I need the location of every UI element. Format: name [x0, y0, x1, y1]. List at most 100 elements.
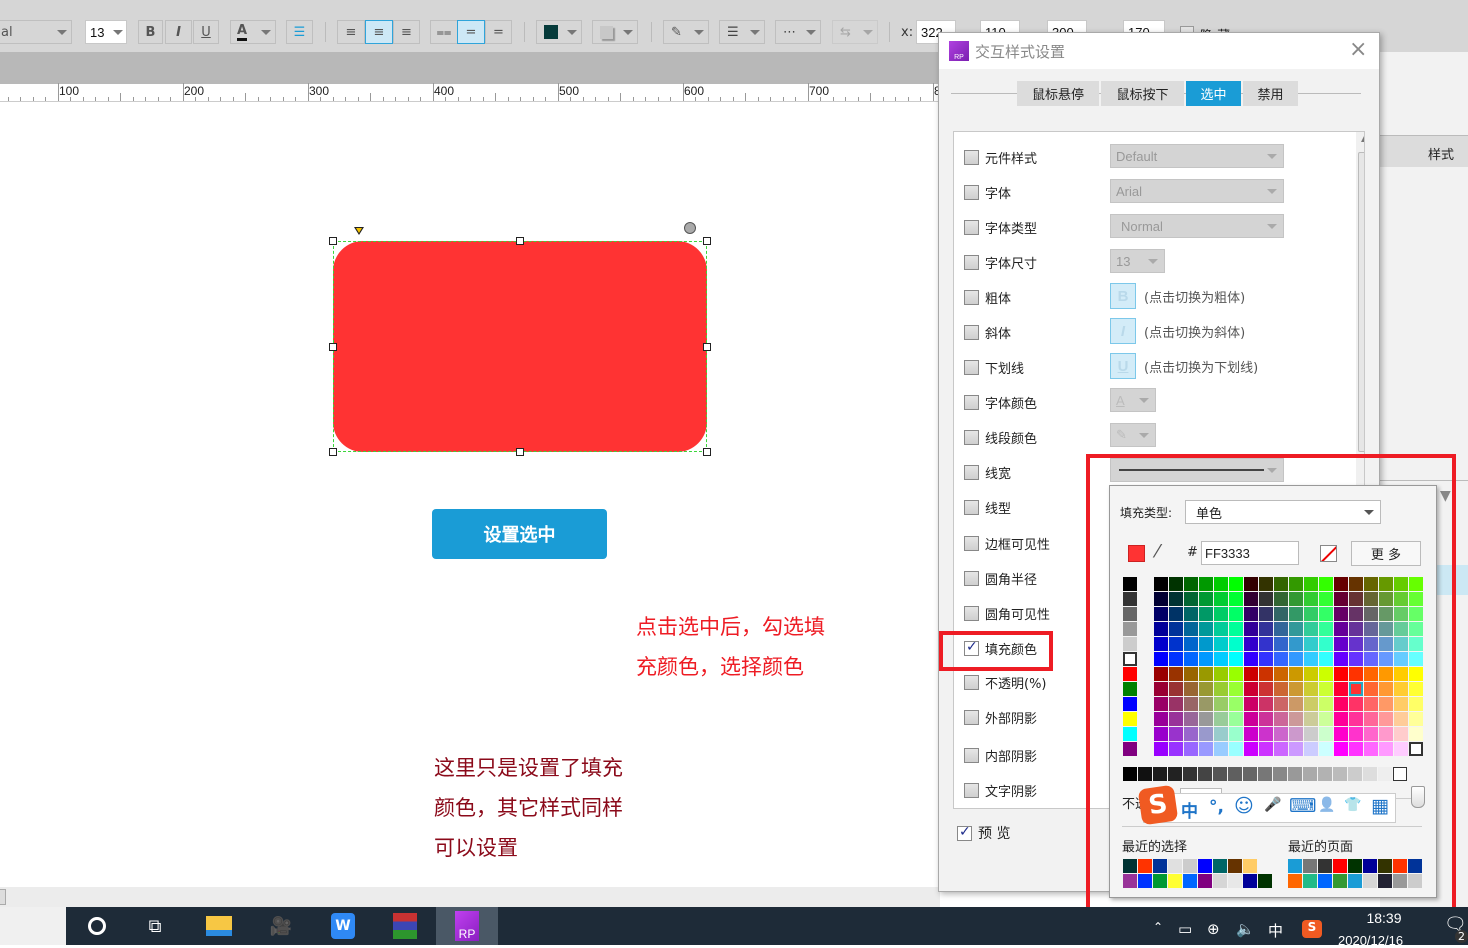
palette-swatch[interactable] [1334, 652, 1348, 666]
palette-swatch[interactable] [1259, 622, 1273, 636]
palette-swatch[interactable] [1364, 697, 1378, 711]
palette-swatch[interactable] [1184, 637, 1198, 651]
property-row[interactable]: 字体类型 [964, 217, 1037, 237]
align-right-button[interactable]: ≡ [393, 20, 420, 44]
palette-swatch[interactable] [1289, 697, 1303, 711]
palette-swatch[interactable] [1214, 742, 1228, 756]
recent-color-swatch[interactable] [1183, 874, 1197, 888]
palette-swatch[interactable] [1364, 607, 1378, 621]
palette-swatch[interactable] [1244, 667, 1258, 681]
palette-swatch[interactable] [1334, 667, 1348, 681]
palette-swatch[interactable] [1394, 637, 1408, 651]
property-checkbox[interactable] [964, 709, 979, 725]
palette-swatch[interactable] [1304, 607, 1318, 621]
recent-color-swatch[interactable] [1213, 874, 1227, 888]
gray-swatch[interactable] [1228, 767, 1242, 781]
palette-swatch[interactable] [1214, 667, 1228, 681]
palette-swatch[interactable] [1259, 592, 1273, 606]
palette-swatch[interactable] [1289, 607, 1303, 621]
bold-button[interactable]: B [138, 20, 163, 44]
palette-swatch[interactable] [1154, 727, 1168, 741]
horizontal-scrollbar[interactable] [0, 887, 940, 907]
property-checkbox[interactable] [964, 394, 979, 410]
palette-swatch[interactable] [1244, 637, 1258, 651]
palette-swatch[interactable] [1274, 667, 1288, 681]
property-row[interactable]: 字体 [964, 182, 1011, 202]
palette-swatch[interactable] [1244, 712, 1258, 726]
palette-swatch[interactable] [1289, 652, 1303, 666]
file-explorer-button[interactable] [188, 907, 250, 945]
font-size-select[interactable]: 13 [1110, 249, 1165, 273]
palette-swatch[interactable] [1214, 682, 1228, 696]
recent-color-swatch[interactable] [1258, 874, 1272, 888]
recent-page-color-swatch[interactable] [1363, 859, 1377, 873]
palette-swatch[interactable] [1364, 652, 1378, 666]
palette-swatch[interactable] [1184, 652, 1198, 666]
palette-swatch[interactable] [1409, 652, 1423, 666]
palette-swatch[interactable] [1274, 622, 1288, 636]
palette-swatch[interactable] [1304, 667, 1318, 681]
palette-swatch[interactable] [1409, 607, 1423, 621]
line-color-button[interactable]: ✎ [663, 20, 709, 44]
palette-swatch[interactable] [1154, 607, 1168, 621]
align-center-button[interactable]: ≡ [365, 20, 393, 44]
palette-swatch[interactable] [1259, 712, 1273, 726]
palette-swatch[interactable] [1319, 727, 1333, 741]
palette-swatch[interactable] [1214, 712, 1228, 726]
recent-page-color-swatch[interactable] [1408, 859, 1422, 873]
palette-swatch[interactable] [1304, 637, 1318, 651]
palette-swatch[interactable] [1184, 577, 1198, 591]
palette-swatch[interactable] [1214, 727, 1228, 741]
palette-swatch[interactable] [1349, 622, 1363, 636]
align-top-button[interactable]: ⩵ [430, 20, 458, 44]
palette-swatch[interactable] [1364, 682, 1378, 696]
palette-swatch[interactable] [1229, 652, 1243, 666]
property-checkbox[interactable] [964, 464, 979, 480]
palette-swatch[interactable] [1304, 712, 1318, 726]
palette-swatch[interactable] [1334, 712, 1348, 726]
palette-swatch[interactable] [1394, 712, 1408, 726]
line-style-button[interactable]: ⋯ [775, 20, 821, 44]
font-select[interactable]: Arial [1110, 179, 1284, 203]
palette-swatch[interactable] [1259, 667, 1273, 681]
resize-handle-ne[interactable] [703, 237, 711, 245]
fill-type-select[interactable]: 单色 [1185, 500, 1381, 524]
recent-color-swatch[interactable] [1153, 874, 1167, 888]
palette-swatch[interactable] [1349, 637, 1363, 651]
recent-page-color-swatch[interactable] [1333, 859, 1347, 873]
property-checkbox[interactable] [964, 254, 979, 270]
palette-swatch[interactable] [1379, 667, 1393, 681]
recent-page-color-swatch[interactable] [1318, 874, 1332, 888]
palette-swatch[interactable] [1199, 652, 1213, 666]
palette-swatch[interactable] [1123, 697, 1137, 711]
palette-swatch[interactable] [1184, 712, 1198, 726]
tab-mousedown[interactable]: 鼠标按下 [1101, 81, 1184, 106]
palette-swatch[interactable] [1169, 577, 1183, 591]
palette-swatch[interactable] [1304, 742, 1318, 756]
property-row[interactable]: 粗体 [964, 287, 1011, 307]
palette-swatch[interactable] [1259, 607, 1273, 621]
palette-swatch[interactable] [1274, 682, 1288, 696]
palette-swatch[interactable] [1409, 727, 1423, 741]
preview-checkbox-row[interactable]: 预 览 [957, 823, 1010, 843]
resize-handle-se[interactable] [703, 448, 711, 456]
recent-color-swatch[interactable] [1258, 859, 1272, 873]
task-view-button[interactable]: ⧉ [124, 907, 186, 945]
palette-swatch[interactable] [1214, 622, 1228, 636]
property-row[interactable]: 线宽 [964, 462, 1011, 482]
palette-swatch[interactable] [1154, 652, 1168, 666]
palette-swatch[interactable] [1123, 622, 1137, 636]
recent-page-color-swatch[interactable] [1393, 874, 1407, 888]
recent-color-swatch[interactable] [1168, 859, 1182, 873]
palette-swatch[interactable] [1123, 577, 1137, 591]
palette-swatch[interactable] [1409, 577, 1423, 591]
axure-rp-button[interactable]: RP [436, 907, 498, 945]
palette-swatch[interactable] [1214, 577, 1228, 591]
palette-swatch[interactable] [1409, 667, 1423, 681]
palette-swatch[interactable] [1379, 742, 1393, 756]
recent-color-swatch[interactable] [1153, 859, 1167, 873]
palette-swatch[interactable] [1364, 667, 1378, 681]
palette-swatch[interactable] [1259, 727, 1273, 741]
palette-swatch[interactable] [1409, 712, 1423, 726]
palette-swatch[interactable] [1319, 667, 1333, 681]
